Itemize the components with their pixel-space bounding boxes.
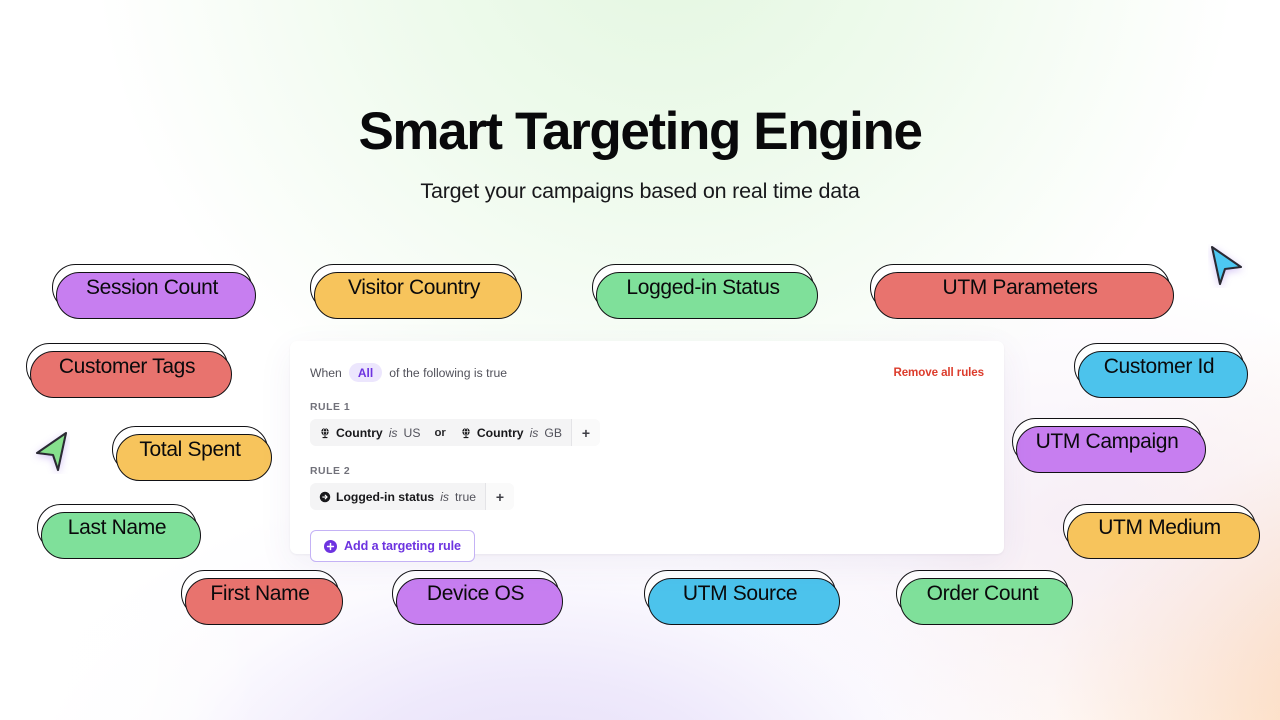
attribute-pill[interactable]: First Name: [181, 570, 343, 625]
add-condition-button[interactable]: +: [571, 419, 601, 446]
condition-attribute: Country: [476, 425, 524, 440]
rule-index-label: RULE 2: [310, 466, 351, 477]
attribute-pill-label: Customer Tags: [58, 354, 196, 378]
add-targeting-rule-button[interactable]: Add a targeting rule: [310, 530, 475, 562]
attribute-pill-label: Session Count: [85, 275, 219, 299]
builder-header: When All of the following is true Remove…: [310, 363, 984, 382]
attribute-pill[interactable]: Customer Tags: [26, 343, 232, 398]
cursor-cyan: [1208, 244, 1248, 293]
add-targeting-rule-label: Add a targeting rule: [344, 539, 461, 553]
attribute-pill[interactable]: UTM Source: [644, 570, 840, 625]
globe-stand-icon: [319, 427, 331, 439]
condition-joiner[interactable]: or: [429, 419, 450, 446]
add-condition-button[interactable]: +: [485, 483, 515, 510]
condition-group: Logged-in status is true +: [310, 483, 515, 510]
attribute-pill[interactable]: Customer Id: [1074, 343, 1248, 398]
login-circle-icon: [319, 491, 331, 503]
condition-operator: is: [388, 425, 398, 440]
hero-text: Smart Targeting Engine Target your campa…: [0, 102, 1280, 204]
attribute-pill[interactable]: Last Name: [37, 504, 201, 559]
attribute-pill[interactable]: Device OS: [392, 570, 563, 625]
page-title: Smart Targeting Engine: [358, 102, 922, 161]
condition-chip[interactable]: Country is GB: [451, 419, 571, 446]
attribute-pill-label: Logged-in Status: [626, 275, 780, 299]
attribute-pill-label: UTM Source: [682, 581, 798, 605]
condition-chip[interactable]: Logged-in status is true: [310, 483, 485, 510]
attribute-pill[interactable]: Session Count: [52, 264, 256, 319]
attribute-pill[interactable]: Logged-in Status: [592, 264, 818, 319]
remove-all-rules-button[interactable]: Remove all rules: [893, 366, 984, 379]
attribute-pill-label: Last Name: [67, 515, 167, 539]
rule-index-label: RULE 1: [310, 402, 351, 413]
plus-circle-icon: [324, 539, 337, 553]
attribute-pill[interactable]: Total Spent: [112, 426, 272, 481]
attribute-pill[interactable]: UTM Parameters: [870, 264, 1174, 319]
attribute-pill-label: UTM Campaign: [1035, 429, 1179, 453]
when-prefix-label: When: [310, 365, 342, 380]
match-mode-badge[interactable]: All: [348, 363, 383, 382]
condition-value: GB: [544, 425, 563, 440]
attribute-pill-label: Visitor Country: [347, 275, 481, 299]
match-mode-row: When All of the following is true: [310, 363, 507, 382]
attribute-pill-label: Device OS: [426, 581, 525, 605]
attribute-pill-label: Customer Id: [1103, 354, 1215, 378]
attribute-pill[interactable]: UTM Campaign: [1012, 418, 1206, 473]
condition-operator: is: [440, 489, 449, 504]
targeting-rule-builder-card: When All of the following is true Remove…: [290, 341, 1004, 562]
attribute-pill-label: Total Spent: [139, 437, 241, 461]
attribute-pill-label: First Name: [210, 581, 310, 605]
rule-list: RULE 1 Country is US or Country is GB + RULE 2 Log…: [310, 402, 984, 510]
condition-chip[interactable]: Country is US: [310, 419, 429, 446]
page-subtitle: Target your campaigns based on real time…: [420, 179, 860, 204]
condition-group: Country is US or Country is GB +: [310, 419, 601, 446]
globe-stand-icon: [460, 427, 472, 439]
cursor-green: [30, 430, 70, 479]
attribute-pill-label: UTM Medium: [1098, 515, 1221, 539]
condition-attribute: Logged-in status: [336, 489, 435, 504]
condition-value: true: [455, 489, 477, 504]
attribute-pill[interactable]: Order Count: [896, 570, 1073, 625]
condition-operator: is: [529, 425, 539, 440]
page-root: Smart Targeting Engine Target your campa…: [0, 0, 1280, 720]
attribute-pill[interactable]: UTM Medium: [1063, 504, 1260, 559]
attribute-pill[interactable]: Visitor Country: [310, 264, 522, 319]
attribute-pill-label: Order Count: [926, 581, 1039, 605]
when-suffix-label: of the following is true: [389, 365, 508, 380]
condition-attribute: Country: [336, 425, 383, 440]
condition-value: US: [403, 425, 421, 440]
attribute-pill-label: UTM Parameters: [942, 275, 1098, 299]
